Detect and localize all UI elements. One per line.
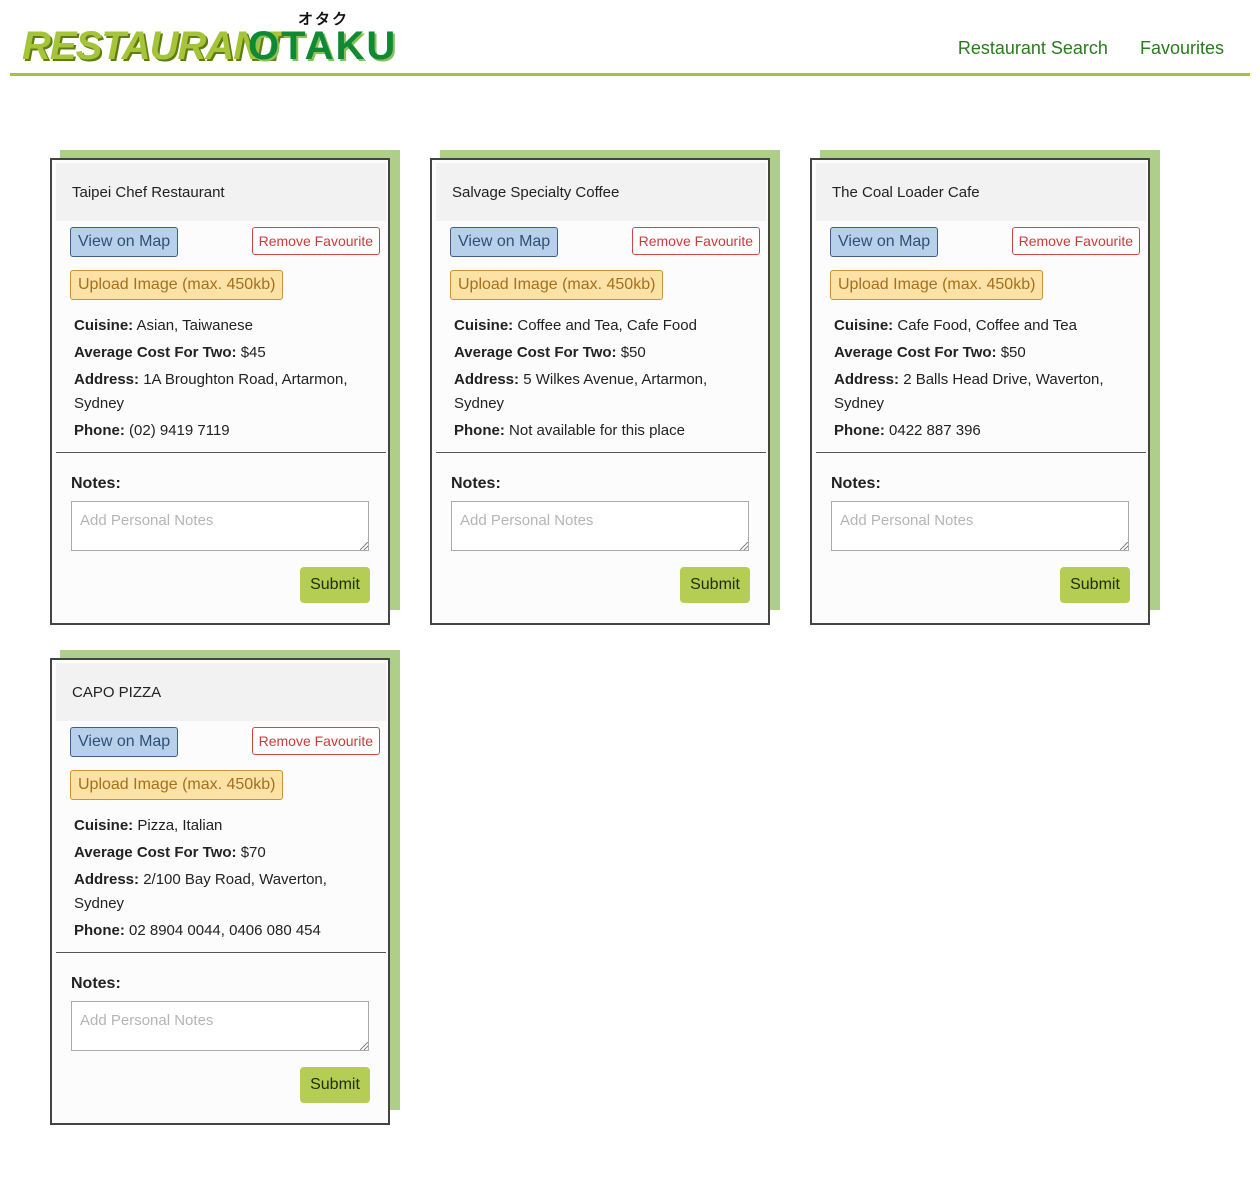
phone-label: Phone:: [74, 422, 125, 439]
resize-handle-icon[interactable]: [360, 542, 368, 550]
favourite-card: CAPO PIZZA View on Map Remove Favourite …: [50, 650, 400, 1125]
remove-favourite-button[interactable]: Remove Favourite: [251, 227, 380, 255]
submit-notes-button[interactable]: Submit: [680, 567, 750, 603]
cost-value: $70: [240, 844, 266, 861]
address-row: Address: 5 Wilkes Avenue, Artarmon, Sydn…: [454, 368, 754, 416]
restaurant-details: Cuisine: Coffee and Tea, Cafe Food Avera…: [454, 314, 754, 446]
cuisine-value: Pizza, Italian: [137, 817, 223, 834]
phone-label: Phone:: [74, 922, 125, 939]
cuisine-value: Asian, Taiwanese: [136, 317, 253, 334]
site-logo[interactable]: オタク RESTAURANT OTAKU: [22, 8, 395, 68]
card-divider: [816, 452, 1146, 453]
address-row: Address: 2 Balls Head Drive, Waverton, S…: [834, 368, 1134, 416]
phone-row: Phone: 0422 887 396: [834, 419, 1134, 443]
phone-value: 0422 887 396: [889, 422, 981, 439]
cost-label: Average Cost For Two:: [74, 844, 237, 861]
upload-image-button[interactable]: Upload Image (max. 450kb): [450, 270, 664, 300]
restaurant-details: Cuisine: Pizza, Italian Average Cost For…: [74, 814, 374, 946]
phone-row: Phone: 02 8904 0044, 0406 080 454: [74, 919, 374, 943]
submit-notes-button[interactable]: Submit: [1060, 567, 1130, 603]
site-header: オタク RESTAURANT OTAKU Restaurant Search F…: [10, 0, 1250, 76]
cost-value: $50: [620, 344, 646, 361]
notes-label: Notes:: [71, 475, 121, 492]
address-label: Address:: [834, 371, 900, 388]
logo-word-otaku: OTAKU: [248, 24, 398, 68]
cost-value: $45: [240, 344, 266, 361]
remove-favourite-button[interactable]: Remove Favourite: [1011, 227, 1140, 255]
restaurant-details: Cuisine: Cafe Food, Coffee and Tea Avera…: [834, 314, 1134, 446]
card-body: Salvage Specialty Coffee View on Map Rem…: [430, 158, 770, 625]
phone-row: Phone: Not available for this place: [454, 419, 754, 443]
nav-restaurant-search-link[interactable]: Restaurant Search: [958, 38, 1108, 59]
cuisine-label: Cuisine:: [74, 317, 134, 334]
submit-notes-button[interactable]: Submit: [300, 567, 370, 603]
address-label: Address:: [74, 871, 140, 888]
notes-label: Notes:: [71, 975, 121, 992]
cuisine-row: Cuisine: Pizza, Italian: [74, 814, 374, 838]
cost-value: $50: [1000, 344, 1026, 361]
submit-notes-button[interactable]: Submit: [300, 1067, 370, 1103]
cuisine-row: Cuisine: Coffee and Tea, Cafe Food: [454, 314, 754, 338]
resize-handle-icon[interactable]: [360, 1042, 368, 1050]
restaurant-name: The Coal Loader Cafe: [816, 163, 1146, 221]
remove-favourite-button[interactable]: Remove Favourite: [631, 227, 760, 255]
address-row: Address: 1A Broughton Road, Artarmon, Sy…: [74, 368, 374, 416]
cuisine-label: Cuisine:: [834, 317, 894, 334]
notes-textarea[interactable]: [451, 501, 749, 551]
phone-value: (02) 9419 7119: [129, 422, 230, 439]
notes-textarea[interactable]: [71, 501, 369, 551]
cuisine-value: Cafe Food, Coffee and Tea: [897, 317, 1077, 334]
phone-label: Phone:: [834, 422, 885, 439]
favourite-card: The Coal Loader Cafe View on Map Remove …: [810, 150, 1160, 625]
favourite-card: Salvage Specialty Coffee View on Map Rem…: [430, 150, 780, 625]
cuisine-label: Cuisine:: [454, 317, 514, 334]
cuisine-value: Coffee and Tea, Cafe Food: [517, 317, 697, 334]
restaurant-name: CAPO PIZZA: [56, 663, 386, 721]
cost-label: Average Cost For Two:: [834, 344, 997, 361]
address-row: Address: 2/100 Bay Road, Waverton, Sydne…: [74, 868, 374, 916]
phone-value: Not available for this place: [509, 422, 685, 439]
resize-handle-icon[interactable]: [1120, 542, 1128, 550]
notes-textarea[interactable]: [831, 501, 1129, 551]
upload-image-button[interactable]: Upload Image (max. 450kb): [70, 770, 284, 800]
notes-textarea[interactable]: [71, 1001, 369, 1051]
notes-label: Notes:: [451, 475, 501, 492]
cuisine-row: Cuisine: Cafe Food, Coffee and Tea: [834, 314, 1134, 338]
cuisine-label: Cuisine:: [74, 817, 134, 834]
phone-value: 02 8904 0044, 0406 080 454: [129, 922, 321, 939]
view-on-map-button[interactable]: View on Map: [830, 227, 939, 257]
main-nav: Restaurant Search Favourites: [958, 38, 1224, 59]
resize-handle-icon[interactable]: [740, 542, 748, 550]
phone-row: Phone: (02) 9419 7119: [74, 419, 374, 443]
restaurant-details: Cuisine: Asian, Taiwanese Average Cost F…: [74, 314, 374, 446]
card-body: CAPO PIZZA View on Map Remove Favourite …: [50, 658, 390, 1125]
view-on-map-button[interactable]: View on Map: [70, 727, 179, 757]
cost-row: Average Cost For Two: $45: [74, 341, 374, 365]
restaurant-name: Salvage Specialty Coffee: [436, 163, 766, 221]
cuisine-row: Cuisine: Asian, Taiwanese: [74, 314, 374, 338]
cost-label: Average Cost For Two:: [454, 344, 617, 361]
card-body: The Coal Loader Cafe View on Map Remove …: [810, 158, 1150, 625]
logo-word-restaurant: RESTAURANT: [22, 24, 286, 68]
cost-row: Average Cost For Two: $50: [834, 341, 1134, 365]
nav-favourites-link[interactable]: Favourites: [1140, 38, 1224, 59]
card-divider: [56, 452, 386, 453]
address-label: Address:: [74, 371, 140, 388]
phone-label: Phone:: [454, 422, 505, 439]
card-divider: [436, 452, 766, 453]
remove-favourite-button[interactable]: Remove Favourite: [251, 727, 380, 755]
notes-label: Notes:: [831, 475, 881, 492]
cost-row: Average Cost For Two: $50: [454, 341, 754, 365]
view-on-map-button[interactable]: View on Map: [450, 227, 559, 257]
card-body: Taipei Chef Restaurant View on Map Remov…: [50, 158, 390, 625]
upload-image-button[interactable]: Upload Image (max. 450kb): [830, 270, 1044, 300]
cost-label: Average Cost For Two:: [74, 344, 237, 361]
restaurant-name: Taipei Chef Restaurant: [56, 163, 386, 221]
favourite-card: Taipei Chef Restaurant View on Map Remov…: [50, 150, 400, 625]
card-divider: [56, 952, 386, 953]
address-label: Address:: [454, 371, 520, 388]
upload-image-button[interactable]: Upload Image (max. 450kb): [70, 270, 284, 300]
view-on-map-button[interactable]: View on Map: [70, 227, 179, 257]
cost-row: Average Cost For Two: $70: [74, 841, 374, 865]
